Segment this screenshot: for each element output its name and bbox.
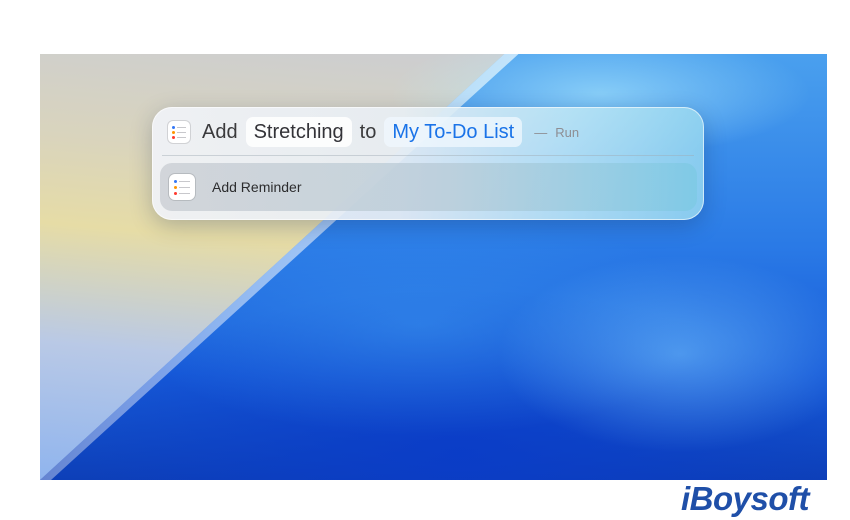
iboysoft-logo: iBoysoft (681, 480, 810, 517)
shortcut-verb: Add (202, 121, 238, 143)
reminders-icon (168, 121, 190, 143)
run-separator: — (534, 124, 548, 140)
result-item-label: Add Reminder (212, 179, 302, 195)
spotlight-shortcut-panel: Add Stretching to My To-Do List — Run Ad… (152, 107, 704, 220)
panel-divider (162, 155, 694, 156)
reminder-list-token[interactable]: My To-Do List (384, 117, 523, 147)
reminder-title-token[interactable]: Stretching (245, 117, 352, 147)
shortcut-preposition: to (359, 121, 377, 143)
shortcut-query-row: Add Stretching to My To-Do List — Run (168, 117, 579, 147)
reminders-icon (169, 174, 195, 200)
run-hint[interactable]: Run (555, 125, 579, 140)
result-item-add-reminder[interactable]: Add Reminder (160, 163, 697, 211)
